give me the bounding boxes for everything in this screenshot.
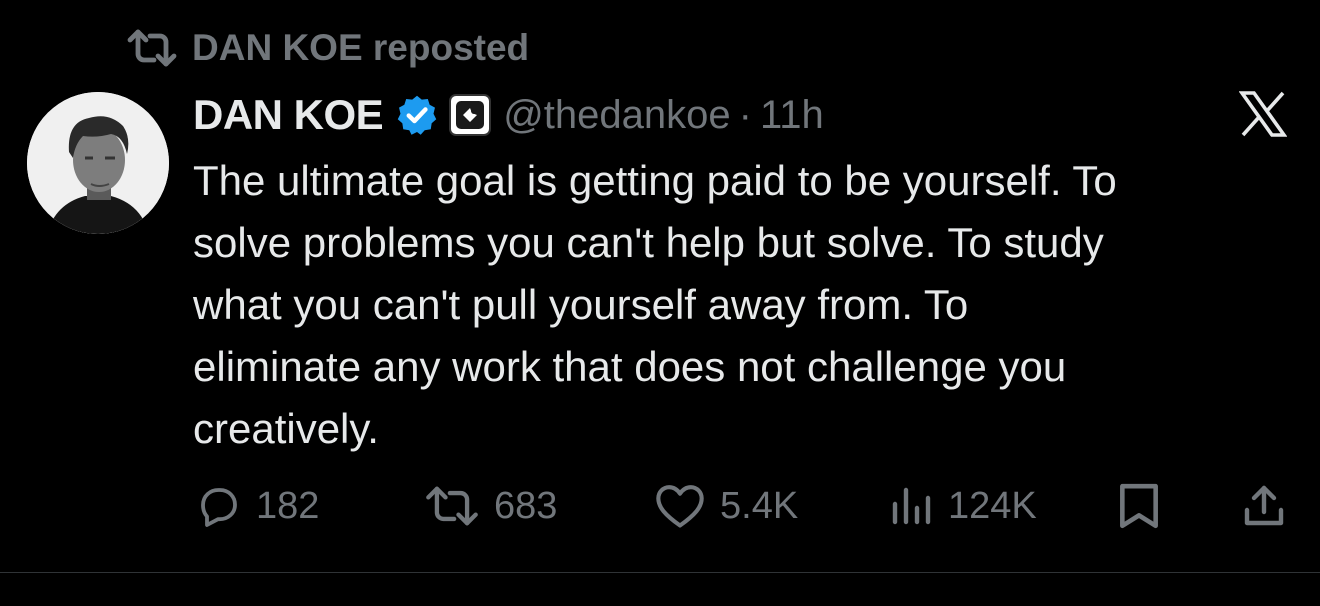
bookmark-icon [1120, 483, 1158, 529]
repost-icon [126, 26, 178, 70]
x-logo-icon [1239, 91, 1287, 137]
share-button[interactable] [1240, 476, 1288, 536]
repost-banner[interactable]: DAN KOE reposted [126, 26, 529, 70]
author-handle[interactable]: @thedankoe [503, 93, 730, 138]
action-bar: 182 683 5.4K 124K [0, 476, 1320, 536]
author-display-name[interactable]: DAN KOE [193, 91, 384, 139]
bookmark-button[interactable] [1116, 476, 1162, 536]
tweet-text: The ultimate goal is getting paid to be … [193, 157, 1117, 452]
affiliation-badge-icon[interactable] [449, 94, 492, 136]
divider [0, 572, 1320, 573]
repost-icon [426, 486, 478, 526]
meta-separator: · [738, 92, 752, 137]
like-button[interactable]: 5.4K [654, 476, 798, 536]
views-button[interactable]: 124K [888, 476, 1037, 536]
verified-badge-icon [397, 95, 437, 135]
share-icon [1244, 485, 1284, 526]
repost-banner-text: DAN KOE reposted [192, 27, 530, 68]
repost-button[interactable]: 683 [424, 476, 557, 536]
author-row: DAN KOE @thedankoe · 11h [193, 88, 824, 142]
avatar[interactable] [27, 92, 169, 234]
reply-button[interactable]: 182 [194, 476, 319, 536]
reply-count: 182 [256, 484, 320, 527]
like-count: 5.4K [720, 484, 799, 527]
heart-icon [656, 485, 704, 528]
tweet-card[interactable]: DAN KOE reposted DAN KOE @thedankoe · 11… [0, 0, 1320, 606]
analytics-icon [892, 487, 931, 525]
reply-icon [201, 488, 237, 527]
views-count: 124K [948, 484, 1037, 527]
tweet-timestamp[interactable]: 11h [760, 93, 824, 138]
repost-count: 683 [494, 484, 558, 527]
